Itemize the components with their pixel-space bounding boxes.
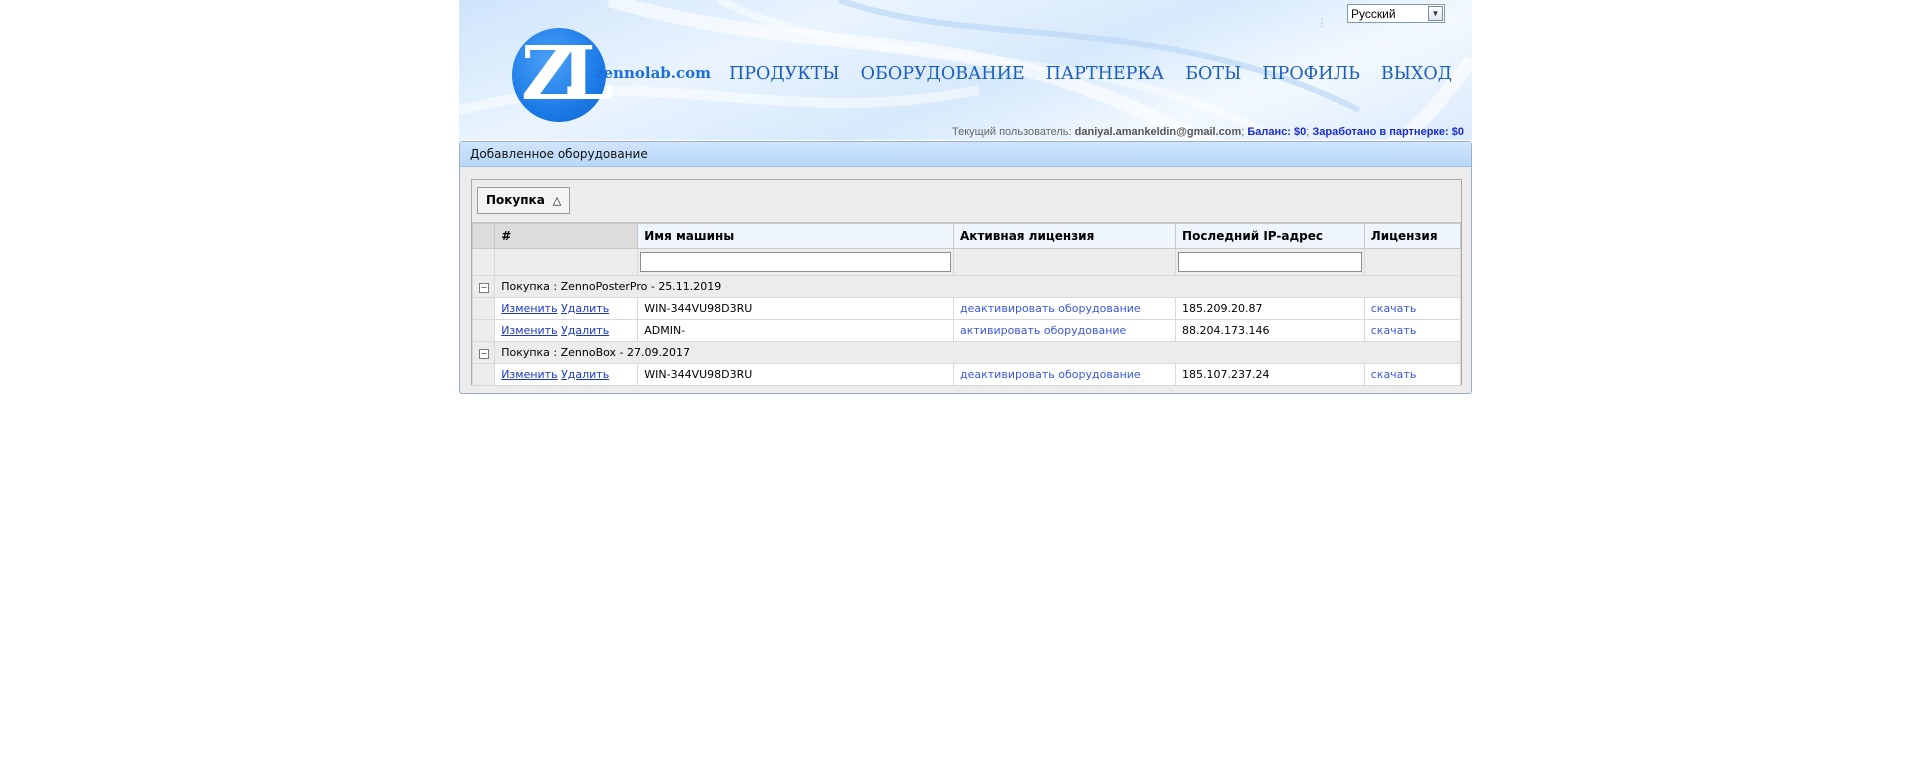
- nav-logout[interactable]: ВЫХОД: [1381, 64, 1452, 84]
- user-info: Текущий пользователь: daniyal.amankeldin…: [952, 126, 1464, 138]
- column-header-active-license[interactable]: Активная лицензия: [953, 223, 1177, 249]
- filter-row: [471, 248, 1462, 276]
- filter-number-cell: [494, 248, 639, 276]
- download-link[interactable]: скачать: [1371, 302, 1417, 315]
- logo-letters: ZL: [521, 31, 613, 117]
- language-select[interactable]: Русский ▼: [1347, 4, 1445, 23]
- table-row: Изменить Удалить WIN-344VU98D3RU деактив…: [471, 297, 1462, 320]
- filter-download-cell: [1363, 248, 1462, 276]
- group-chip-purchase[interactable]: Покупка △: [477, 187, 571, 214]
- table-header-row: # Имя машины Активная лицензия Последний…: [471, 223, 1462, 249]
- panel-title: Добавленное оборудование: [460, 142, 1471, 167]
- table-row: Изменить Удалить WIN-344VU98D3RU деактив…: [471, 363, 1462, 386]
- user-email: daniyal.amankeldin@gmail.com: [1074, 126, 1242, 138]
- group-row: − Покупка : ZennoPosterPro - 25.11.2019: [471, 275, 1461, 298]
- header-indent: [471, 223, 496, 249]
- nav-products[interactable]: ПРОДУКТЫ: [729, 64, 840, 84]
- download-cell: скачать: [1363, 319, 1462, 342]
- balance-text: Баланс: $0: [1247, 126, 1307, 138]
- separator-dots: ⋮: [1317, 18, 1327, 29]
- nav-profile[interactable]: ПРОФИЛЬ: [1262, 64, 1360, 84]
- chevron-down-icon[interactable]: ▼: [1428, 6, 1443, 21]
- collapse-icon[interactable]: −: [479, 349, 489, 359]
- collapse-icon[interactable]: −: [479, 283, 489, 293]
- group-toggle-cell: −: [471, 341, 496, 364]
- nav-hardware[interactable]: ОБОРУДОВАНИЕ: [861, 64, 1025, 84]
- download-link[interactable]: скачать: [1371, 324, 1417, 337]
- column-header-machine[interactable]: Имя машины: [637, 223, 955, 249]
- filter-machine-cell: [637, 248, 955, 276]
- machine-filter-input[interactable]: [640, 252, 952, 272]
- nav-partner[interactable]: ПАРТНЕРКА: [1046, 64, 1165, 84]
- last-ip: 88.204.173.146: [1175, 319, 1365, 342]
- group-row: − Покупка : ZennoBox - 27.09.2017: [471, 341, 1461, 364]
- row-indent: [471, 297, 496, 320]
- row-indent: [471, 319, 496, 342]
- partner-earned-text: Заработано в партнерке: $0: [1312, 126, 1464, 138]
- row-actions: Изменить Удалить: [494, 297, 639, 320]
- hardware-panel: Добавленное оборудование Покупка △ # Имя …: [459, 141, 1472, 394]
- group-chip-label: Покупка: [486, 193, 545, 207]
- nav-bots[interactable]: БОТЫ: [1185, 64, 1241, 84]
- row-actions: Изменить Удалить: [494, 319, 639, 342]
- machine-name: WIN-344VU98D3RU: [637, 297, 955, 320]
- group-toggle-cell: −: [471, 275, 496, 298]
- machine-name: ADMIN-: [637, 319, 955, 342]
- last-ip: 185.209.20.87: [1175, 297, 1365, 320]
- main-nav: ПРОДУКТЫ ОБОРУДОВАНИЕ ПАРТНЕРКА БОТЫ ПРО…: [729, 64, 1452, 84]
- download-cell: скачать: [1363, 297, 1462, 320]
- deactivate-link[interactable]: деактивировать оборудование: [960, 302, 1141, 315]
- column-header-license[interactable]: Лицензия: [1363, 223, 1462, 249]
- delete-link[interactable]: Удалить: [561, 368, 609, 381]
- table-row: Изменить Удалить ADMIN- активировать обо…: [471, 319, 1462, 342]
- group-label: Покупка : ZennoBox - 27.09.2017: [494, 341, 1461, 364]
- machine-name: WIN-344VU98D3RU: [637, 363, 955, 386]
- filter-indent: [471, 248, 496, 276]
- filter-ip-cell: [1175, 248, 1365, 276]
- language-select-value: Русский: [1351, 7, 1396, 21]
- edit-link[interactable]: Изменить: [501, 368, 557, 381]
- activate-link[interactable]: активировать оборудование: [960, 324, 1126, 337]
- page: ZL zennolab.com ⋮ Русский ▼ ПРОДУКТЫ ОБО…: [459, 0, 1472, 394]
- hardware-grid: Покупка △ # Имя машины Активная лицензия …: [471, 179, 1462, 386]
- download-cell: скачать: [1363, 363, 1462, 386]
- row-indent: [471, 363, 496, 386]
- site-header: ZL zennolab.com ⋮ Русский ▼ ПРОДУКТЫ ОБО…: [459, 0, 1472, 140]
- row-actions: Изменить Удалить: [494, 363, 639, 386]
- hardware-table: # Имя машины Активная лицензия Последний…: [471, 223, 1462, 386]
- license-action-cell: деактивировать оборудование: [953, 363, 1177, 386]
- filter-license-cell: [953, 248, 1177, 276]
- group-by-bar: Покупка △: [472, 180, 1461, 223]
- edit-link[interactable]: Изменить: [501, 324, 557, 337]
- delete-link[interactable]: Удалить: [561, 302, 609, 315]
- license-action-cell: активировать оборудование: [953, 319, 1177, 342]
- column-header-last-ip[interactable]: Последний IP-адрес: [1175, 223, 1365, 249]
- sort-ascending-icon[interactable]: △: [553, 194, 561, 207]
- last-ip: 185.107.237.24: [1175, 363, 1365, 386]
- deactivate-link[interactable]: деактивировать оборудование: [960, 368, 1141, 381]
- group-label: Покупка : ZennoPosterPro - 25.11.2019: [494, 275, 1461, 298]
- edit-link[interactable]: Изменить: [501, 302, 557, 315]
- ip-filter-input[interactable]: [1178, 252, 1362, 272]
- delete-link[interactable]: Удалить: [561, 324, 609, 337]
- column-header-number[interactable]: #: [494, 223, 639, 249]
- license-action-cell: деактивировать оборудование: [953, 297, 1177, 320]
- user-prefix: Текущий пользователь:: [952, 126, 1075, 138]
- download-link[interactable]: скачать: [1371, 368, 1417, 381]
- logo-text[interactable]: zennolab.com: [595, 64, 711, 82]
